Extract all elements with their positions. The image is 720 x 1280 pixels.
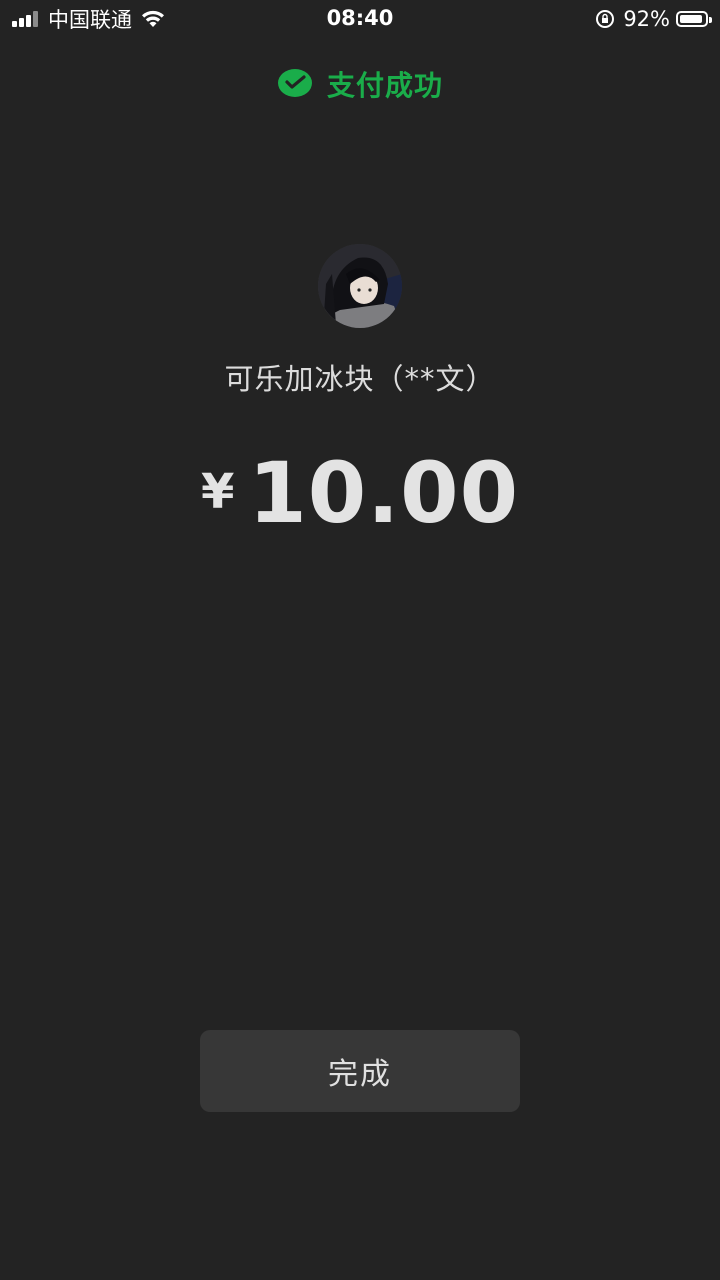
done-button[interactable]: 完成 [200, 1030, 520, 1112]
wechat-pay-icon [277, 69, 312, 97]
battery-icon [676, 11, 712, 27]
battery-percent: 92% [623, 7, 670, 31]
payment-amount: ¥ 10.00 [0, 448, 720, 538]
payee-name: 可乐加冰块（**文） [224, 362, 496, 396]
page-title: 支付成功 [326, 69, 443, 102]
rotation-lock-icon [596, 10, 615, 28]
currency-symbol: ¥ [200, 464, 235, 520]
payment-success-screen: 中国联通 08:40 92% 支付成功 可乐加冰块（**文） ¥ 10.00 完… [0, 0, 720, 1280]
payment-result-header: 支付成功 [0, 64, 720, 104]
amount-value: 10.00 [248, 444, 520, 542]
avatar [318, 244, 402, 328]
status-bar: 中国联通 08:40 92% [0, 0, 720, 38]
status-bar-right: 92% [595, 6, 712, 32]
battery-fill [680, 15, 703, 23]
